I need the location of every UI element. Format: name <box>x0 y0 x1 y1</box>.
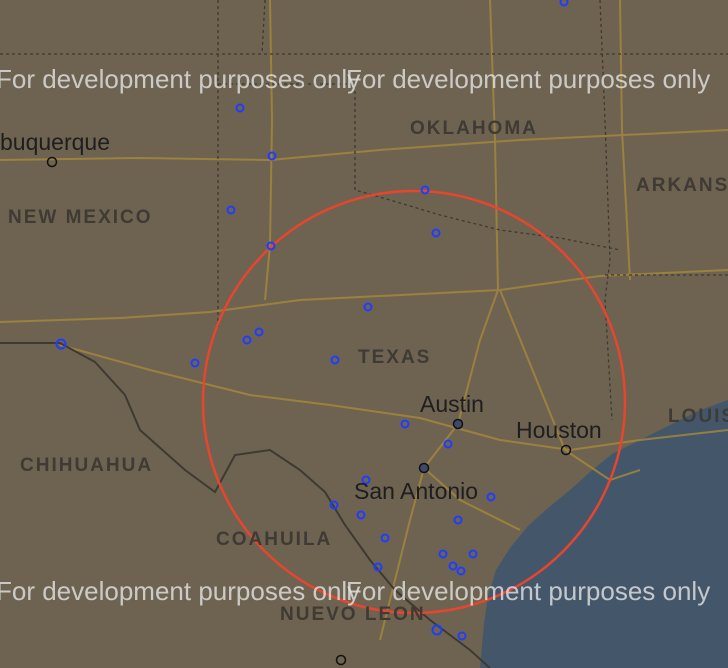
map-canvas[interactable]: For development purposes only For develo… <box>0 0 728 668</box>
city-dot-san-antonio <box>418 462 430 474</box>
region-label-oklahoma: OKLAHOMA <box>410 118 538 139</box>
region-label-chihuahua: CHIHUAHUA <box>20 455 154 476</box>
city-label-austin: Austin <box>420 391 484 417</box>
city-dot-austin <box>452 418 464 430</box>
city-label-houston: Houston <box>516 417 602 443</box>
region-label-nuevo-leon: NUEVO LEON <box>280 604 426 625</box>
watermark-text: For development purposes only <box>346 576 711 606</box>
region-label-louisiana: LOUIS <box>668 406 728 427</box>
region-label-texas: TEXAS <box>358 347 432 368</box>
city-label-albuquerque: buquerque <box>0 129 110 155</box>
region-label-arkansas: ARKANS <box>636 175 728 196</box>
region-label-new-mexico: NEW MEXICO <box>8 207 153 228</box>
watermark-text: For development purposes only <box>0 576 361 606</box>
city-label-san-antonio: San Antonio <box>354 478 479 504</box>
region-label-coahuila: COAHUILA <box>216 529 333 550</box>
watermark-text: For development purposes only <box>0 64 361 94</box>
watermark-text: For development purposes only <box>346 64 711 94</box>
map-graphics <box>0 0 728 668</box>
